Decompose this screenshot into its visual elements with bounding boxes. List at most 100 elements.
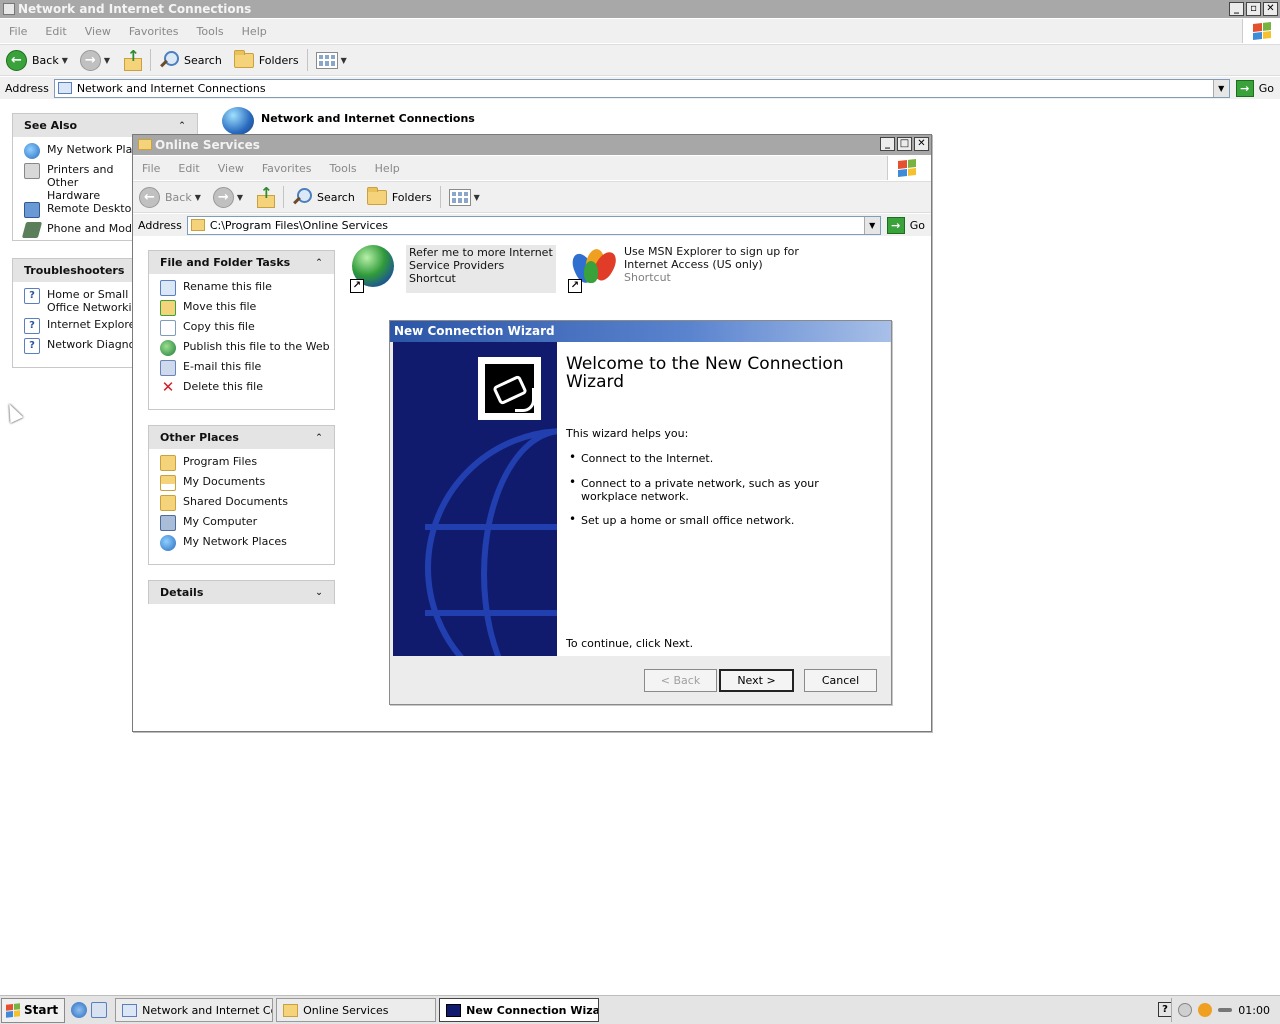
link-label: Move this file <box>183 300 257 313</box>
menu-view[interactable]: View <box>76 25 120 38</box>
folders-button[interactable]: Folders <box>228 45 305 75</box>
minimize-button[interactable]: _ <box>1229 2 1244 16</box>
delete-file-link[interactable]: ✕ Delete this file <box>160 380 334 400</box>
place-shared-documents[interactable]: Shared Documents <box>160 495 334 515</box>
menu-help[interactable]: Help <box>233 25 276 38</box>
file-tasks-title: File and Folder Tasks <box>160 256 291 269</box>
see-also-title: See Also <box>24 119 78 132</box>
volume-tray-icon[interactable] <box>1218 1008 1233 1012</box>
close-button[interactable]: ✕ <box>1263 2 1278 16</box>
wizard-next-button[interactable]: Next > <box>719 669 794 692</box>
menu-edit[interactable]: Edit <box>169 162 208 175</box>
email-file-link[interactable]: E-mail this file <box>160 360 334 380</box>
wizard-back-button[interactable]: < Back <box>644 669 717 692</box>
address-input[interactable]: C:\Program Files\Online Services ▼ <box>186 215 881 235</box>
start-button[interactable]: Start <box>1 997 66 1023</box>
shortcut-name-line2: Service Providers <box>409 259 505 272</box>
forward-button[interactable]: → ▼ <box>207 182 249 212</box>
page-title: Network and Internet Connections <box>261 112 475 125</box>
collapse-chevron-icon[interactable]: ⌃ <box>312 256 326 270</box>
taskbar-new-connection-wizard[interactable]: New Connection Wizard <box>439 998 600 1022</box>
folders-icon <box>366 186 387 205</box>
address-label: Address <box>5 81 49 95</box>
menu-help[interactable]: Help <box>366 162 409 175</box>
close-button[interactable]: ✕ <box>914 137 929 151</box>
help-icon[interactable]: ? <box>1158 1002 1172 1017</box>
up-folder-button[interactable] <box>116 45 148 75</box>
folder-icon <box>3 3 15 15</box>
help-icon: ? <box>24 288 40 304</box>
online-services-titlebar[interactable]: Online Services _ □ ✕ <box>133 135 931 155</box>
place-program-files[interactable]: Program Files <box>160 455 334 475</box>
address-value: C:\Program Files\Online Services <box>209 218 389 232</box>
expand-chevron-icon[interactable]: ⌄ <box>312 586 326 600</box>
address-dropdown-button[interactable]: ▼ <box>863 216 880 234</box>
restore-button[interactable]: ▫ <box>1246 2 1261 16</box>
file-folder-tasks-pane: File and Folder Tasks ⌃ Rename this file … <box>148 250 335 410</box>
details-header[interactable]: Details ⌄ <box>149 581 334 604</box>
minimize-button[interactable]: _ <box>880 137 895 151</box>
outlook-express-icon[interactable] <box>91 1002 108 1018</box>
folders-button[interactable]: Folders <box>361 182 438 212</box>
back-button[interactable]: ← Back ▼ <box>133 182 207 212</box>
link-label: Copy this file <box>183 320 255 333</box>
menu-favorites[interactable]: Favorites <box>253 162 321 175</box>
place-my-documents[interactable]: My Documents <box>160 475 334 495</box>
collapse-chevron-icon[interactable]: ⌃ <box>175 119 189 133</box>
publish-web-link[interactable]: Publish this file to the Web <box>160 340 334 360</box>
views-button[interactable]: ▼ <box>310 45 353 75</box>
menu-file[interactable]: File <box>133 162 169 175</box>
collapse-chevron-icon[interactable]: ⌃ <box>312 431 326 445</box>
up-folder-button[interactable] <box>249 182 281 212</box>
menu-view[interactable]: View <box>209 162 253 175</box>
views-button[interactable]: ▼ <box>443 182 486 212</box>
msn-explorer-shortcut[interactable]: ↗ Use MSN Explorer to sign up for Intern… <box>568 245 799 293</box>
place-my-network-places[interactable]: My Network Places <box>160 535 334 555</box>
search-button[interactable]: Search <box>286 182 361 212</box>
menu-tools[interactable]: Tools <box>321 162 366 175</box>
task-label: New Connection Wizard <box>466 1003 600 1017</box>
taskbar-network-connections[interactable]: Network and Internet Co... <box>115 998 274 1022</box>
menu-favorites[interactable]: Favorites <box>120 25 188 38</box>
email-icon <box>160 360 176 376</box>
file-tasks-header[interactable]: File and Folder Tasks ⌃ <box>149 251 334 274</box>
delete-icon: ✕ <box>161 378 175 396</box>
copy-file-link[interactable]: Copy this file <box>160 320 334 340</box>
other-places-header[interactable]: Other Places ⌃ <box>149 426 334 449</box>
search-button[interactable]: Search <box>153 45 228 75</box>
taskbar-online-services[interactable]: Online Services <box>276 998 437 1022</box>
network-tray-icon[interactable] <box>1178 1003 1193 1017</box>
help-icon: ? <box>24 318 40 334</box>
shortcut-arrow-icon: ↗ <box>568 279 582 293</box>
go-button[interactable]: → Go <box>881 216 931 234</box>
main-window-titlebar[interactable]: Network and Internet Connections _ ▫ ✕ <box>0 0 1280 18</box>
menu-edit[interactable]: Edit <box>36 25 75 38</box>
go-label: Go <box>1258 81 1274 95</box>
maximize-button[interactable]: □ <box>897 137 912 151</box>
folders-label: Folders <box>258 53 299 67</box>
wizard-cancel-button[interactable]: Cancel <box>804 669 877 692</box>
details-pane: Details ⌄ <box>148 580 335 604</box>
globe-icon: ↗ <box>350 245 400 293</box>
troubleshooters-title: Troubleshooters <box>24 264 125 277</box>
rename-file-link[interactable]: Rename this file <box>160 280 334 300</box>
go-button[interactable]: → Go <box>1230 79 1280 97</box>
up-folder-icon <box>122 47 143 71</box>
internet-explorer-icon[interactable] <box>71 1002 88 1018</box>
place-my-computer[interactable]: My Computer <box>160 515 334 535</box>
folders-label: Folders <box>391 190 432 204</box>
back-button[interactable]: ← Back ▼ <box>0 45 74 75</box>
menu-file[interactable]: File <box>0 25 36 38</box>
forward-arrow-icon: → <box>212 186 234 208</box>
move-file-link[interactable]: Move this file <box>160 300 334 320</box>
search-tray-icon[interactable] <box>1198 1003 1213 1017</box>
menu-tools[interactable]: Tools <box>188 25 233 38</box>
forward-button[interactable]: → ▼ <box>74 45 116 75</box>
address-input[interactable]: Network and Internet Connections ▼ <box>53 78 1230 98</box>
go-arrow-icon: → <box>1235 79 1254 97</box>
address-dropdown-button[interactable]: ▼ <box>1212 79 1229 97</box>
isp-referral-shortcut[interactable]: ↗ Refer me to more Internet Service Prov… <box>350 245 556 293</box>
other-places-pane: Other Places ⌃ Program Files My Documents… <box>148 425 335 565</box>
views-icon <box>448 188 471 206</box>
wizard-titlebar[interactable]: New Connection Wizard <box>390 321 891 342</box>
